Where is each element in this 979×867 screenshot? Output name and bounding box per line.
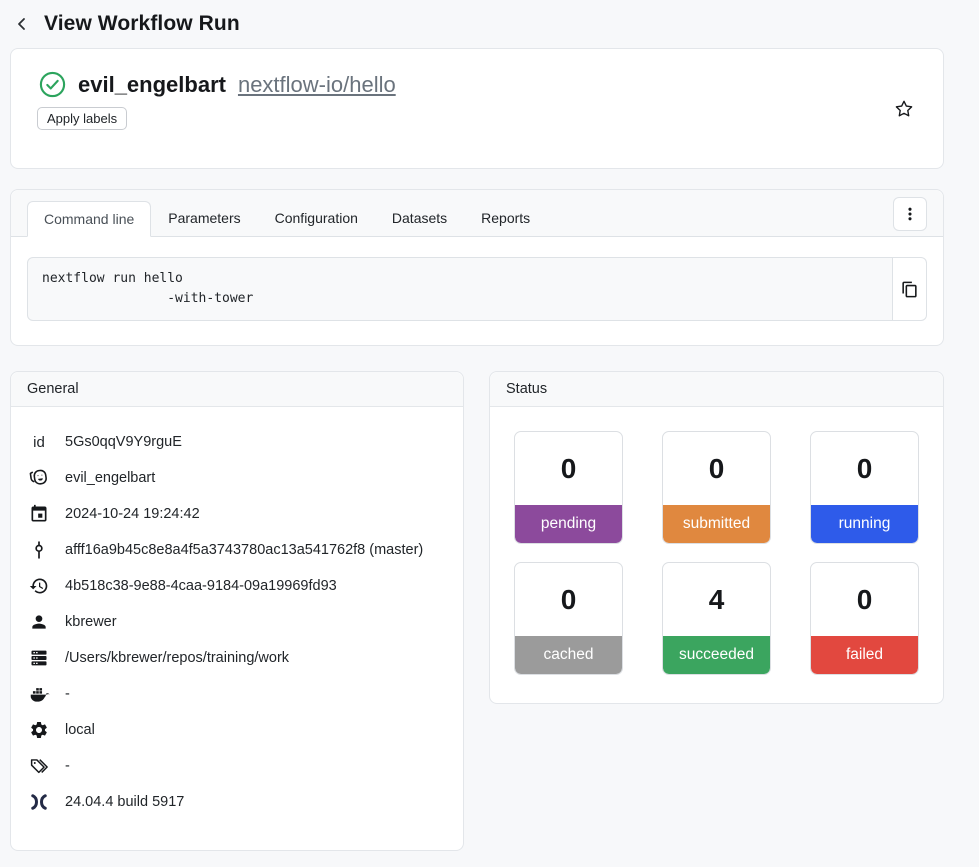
tab-bar: Command line Parameters Configuration Da… <box>11 190 943 237</box>
tab-configuration[interactable]: Configuration <box>258 200 375 236</box>
failed-count: 0 <box>811 563 918 636</box>
status-tile-submitted: 0 submitted <box>662 431 771 544</box>
general-row-id: id 5Gs0qqV9Y9rguE <box>27 424 447 460</box>
status-tile-pending: 0 pending <box>514 431 623 544</box>
page-title: View Workflow Run <box>44 12 240 36</box>
general-card: General id 5Gs0qqV9Y9rguE <box>10 371 464 851</box>
nextflow-icon <box>27 792 51 812</box>
docker-icon <box>27 684 51 705</box>
copy-icon <box>900 280 919 299</box>
page: View Workflow Run evil_engelbart nextflo… <box>10 0 944 851</box>
general-row-executor: local <box>27 712 447 748</box>
server-icon <box>27 648 51 668</box>
check-circle-icon <box>39 71 66 98</box>
tab-command-line[interactable]: Command line <box>27 201 151 237</box>
pending-count: 0 <box>515 432 622 505</box>
cached-label: cached <box>515 636 622 674</box>
kebab-vertical-icon <box>902 206 918 222</box>
command-line-code: nextflow run hello -with-tower <box>27 257 893 321</box>
tags-icon <box>27 756 51 777</box>
running-count: 0 <box>811 432 918 505</box>
star-icon <box>893 98 915 120</box>
failed-label: failed <box>811 636 918 674</box>
calendar-icon <box>27 504 51 524</box>
apply-labels-button[interactable]: Apply labels <box>37 107 127 130</box>
general-row-run-name: evil_engelbart <box>27 460 447 496</box>
general-row-tags: - <box>27 748 447 784</box>
general-row-workdir: /Users/kbrewer/repos/training/work <box>27 640 447 676</box>
general-row-start-date: 2024-10-24 19:24:42 <box>27 496 447 532</box>
cached-count: 0 <box>515 563 622 636</box>
general-row-nextflow-version: 24.04.4 build 5917 <box>27 784 447 820</box>
status-tile-cached: 0 cached <box>514 562 623 675</box>
general-row-commit: afff16a9b45c8e8a4f5a3743780ac13a541762f8… <box>27 532 447 568</box>
chevron-left-icon <box>14 16 30 32</box>
page-header: View Workflow Run <box>10 10 944 48</box>
run-name: evil_engelbart <box>78 72 226 98</box>
status-tile-running: 0 running <box>810 431 919 544</box>
run-summary-card: evil_engelbart nextflow-io/hello Apply l… <box>10 48 944 169</box>
general-card-title: General <box>11 372 463 407</box>
star-button[interactable] <box>893 98 915 120</box>
submitted-count: 0 <box>663 432 770 505</box>
tab-reports[interactable]: Reports <box>464 200 547 236</box>
options-menu-button[interactable] <box>893 197 927 231</box>
masks-icon <box>27 467 51 489</box>
general-row-user: kbrewer <box>27 604 447 640</box>
running-label: running <box>811 505 918 543</box>
gear-icon <box>27 720 51 740</box>
status-card: Status 0 pending 0 submitted 0 running 0… <box>489 371 944 704</box>
git-commit-icon <box>27 540 51 560</box>
succeeded-count: 4 <box>663 563 770 636</box>
status-card-title: Status <box>490 372 943 407</box>
submitted-label: submitted <box>663 505 770 543</box>
command-line-panel: nextflow run hello -with-tower <box>11 237 943 321</box>
general-row-container: - <box>27 676 447 712</box>
tab-parameters[interactable]: Parameters <box>151 200 257 236</box>
copy-button[interactable] <box>893 257 927 321</box>
history-icon <box>27 576 51 596</box>
user-icon <box>27 612 51 632</box>
pipeline-link[interactable]: nextflow-io/hello <box>238 72 396 98</box>
succeeded-label: succeeded <box>663 636 770 674</box>
run-details-card: Command line Parameters Configuration Da… <box>10 189 944 346</box>
tab-datasets[interactable]: Datasets <box>375 200 464 236</box>
general-row-session-id: 4b518c38-9e88-4caa-9184-09a19969fd93 <box>27 568 447 604</box>
pending-label: pending <box>515 505 622 543</box>
status-tiles: 0 pending 0 submitted 0 running 0 cached… <box>490 407 943 703</box>
status-tile-failed: 0 failed <box>810 562 919 675</box>
id-label: id <box>27 434 51 451</box>
status-tile-succeeded: 4 succeeded <box>662 562 771 675</box>
back-button[interactable] <box>14 16 30 32</box>
